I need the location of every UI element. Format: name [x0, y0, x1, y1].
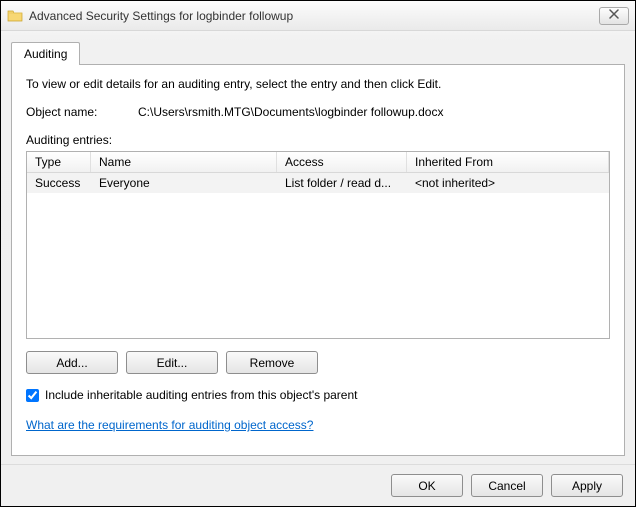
cell-type: Success	[27, 173, 91, 193]
titlebar: Advanced Security Settings for logbinder…	[1, 1, 635, 31]
apply-button[interactable]: Apply	[551, 474, 623, 497]
entry-buttons-row: Add... Edit... Remove	[26, 351, 610, 374]
tab-panel-auditing: To view or edit details for an auditing …	[11, 64, 625, 456]
instruction-text: To view or edit details for an auditing …	[26, 77, 610, 91]
auditing-entries-list[interactable]: Type Name Access Inherited From Success …	[26, 151, 610, 339]
remove-button[interactable]: Remove	[226, 351, 318, 374]
cell-name: Everyone	[91, 173, 277, 193]
window-title: Advanced Security Settings for logbinder…	[29, 9, 599, 23]
folder-icon	[7, 8, 23, 24]
inherit-checkbox-label: Include inheritable auditing entries fro…	[45, 388, 357, 402]
inherit-checkbox-row: Include inheritable auditing entries fro…	[26, 388, 610, 402]
object-name-label: Object name:	[26, 105, 138, 119]
table-row[interactable]: Success Everyone List folder / read d...…	[27, 173, 609, 193]
inherit-checkbox[interactable]	[26, 389, 39, 402]
cell-access: List folder / read d...	[277, 173, 407, 193]
edit-button[interactable]: Edit...	[126, 351, 218, 374]
object-name-row: Object name: C:\Users\rsmith.MTG\Documen…	[26, 105, 610, 119]
dialog-window: Advanced Security Settings for logbinder…	[0, 0, 636, 507]
close-button[interactable]	[599, 7, 629, 25]
tab-auditing[interactable]: Auditing	[11, 42, 80, 65]
help-link[interactable]: What are the requirements for auditing o…	[26, 418, 313, 432]
help-link-row: What are the requirements for auditing o…	[26, 418, 610, 432]
col-header-access[interactable]: Access	[277, 152, 407, 172]
col-header-name[interactable]: Name	[91, 152, 277, 172]
cancel-button[interactable]: Cancel	[471, 474, 543, 497]
auditing-entries-label: Auditing entries:	[26, 133, 610, 147]
content-area: Auditing To view or edit details for an …	[1, 31, 635, 464]
list-body: Success Everyone List folder / read d...…	[27, 173, 609, 338]
list-header: Type Name Access Inherited From	[27, 152, 609, 173]
object-name-value: C:\Users\rsmith.MTG\Documents\logbinder …	[138, 105, 443, 119]
col-header-type[interactable]: Type	[27, 152, 91, 172]
add-button[interactable]: Add...	[26, 351, 118, 374]
dialog-footer: OK Cancel Apply	[1, 464, 635, 506]
col-header-inherited[interactable]: Inherited From	[407, 152, 609, 172]
close-icon	[609, 9, 619, 22]
cell-inherited: <not inherited>	[407, 173, 609, 193]
tabstrip: Auditing	[11, 41, 625, 64]
ok-button[interactable]: OK	[391, 474, 463, 497]
